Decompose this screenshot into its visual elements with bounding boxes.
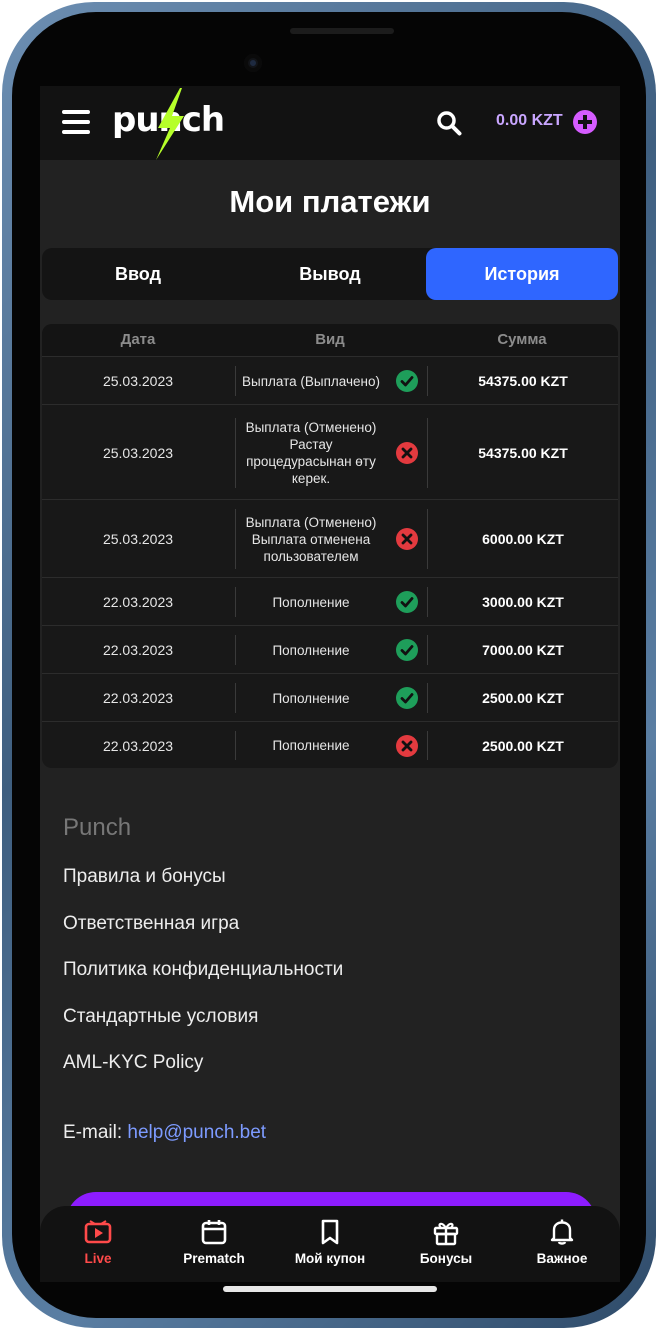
header-date: Дата [120, 331, 156, 348]
cell-amount: 54375.00 KZT [478, 444, 568, 461]
table-row: 22.03.2023 Пополнение 7000.00 KZT [42, 625, 618, 674]
nav-label-live: Live [84, 1251, 112, 1266]
table-header: Дата Вид Сумма [42, 324, 618, 356]
cell-date: 22.03.2023 [102, 690, 174, 706]
live-tv-icon [84, 1220, 112, 1244]
cell-amount: 54375.00 KZT [478, 373, 568, 389]
transaction-type: Пополнение [272, 738, 350, 753]
cell-amount: 2500.00 KZT [482, 690, 564, 706]
gift-icon [433, 1222, 459, 1246]
cell-type: Пополнение [236, 626, 428, 674]
footer-link-responsible[interactable]: Ответственная игра [63, 913, 239, 935]
search-icon[interactable] [436, 110, 462, 136]
cell-amount: 3000.00 KZT [482, 594, 564, 610]
footer-link-rules[interactable]: Правила и бонусы [63, 866, 226, 888]
footer-link-aml[interactable]: AML-KYC Policy [63, 1052, 203, 1074]
coupon-icon [321, 1219, 339, 1245]
success-check-icon [396, 370, 418, 392]
table-row: 25.03.2023 Выплата (Выплачено) 54375.00 KZ… [42, 356, 618, 405]
failed-cross-icon [396, 441, 418, 464]
tab-deposit[interactable]: Ввод [42, 248, 234, 300]
nav-live[interactable]: Live [40, 1206, 156, 1282]
cell-amount: 7000.00 KZT [482, 642, 564, 658]
add-funds-icon[interactable] [573, 110, 597, 134]
nav-bonuses[interactable]: Бонусы [388, 1206, 504, 1282]
bottom-nav: Live Prematch Мой купон Бонусы Важное [40, 1206, 620, 1282]
cell-amount: 2500.00 KZT [482, 737, 564, 754]
email-row: E-mail: help@punch.bet [63, 1122, 266, 1144]
cell-type: Пополнение [236, 722, 428, 768]
cell-date: 25.03.2023 [102, 373, 174, 389]
bell-icon [550, 1219, 574, 1245]
table-row: 22.03.2023 Пополнение 2500.00 KZT [42, 721, 618, 768]
table-row: 22.03.2023 Пополнение 3000.00 KZT [42, 577, 618, 626]
nav-important[interactable]: Важное [504, 1206, 620, 1282]
calendar-icon [201, 1220, 227, 1245]
cell-date: 25.03.2023 [102, 444, 174, 461]
footer-brand: Punch [63, 814, 132, 841]
transaction-type: Пополнение [272, 690, 350, 706]
failed-cross-icon [396, 734, 418, 757]
email-label: E-mail: [63, 1122, 123, 1143]
nav-label-coupon: Мой купон [294, 1251, 366, 1266]
page-title: Мои платежи [229, 184, 431, 219]
lightning-bolt-icon [156, 88, 184, 160]
failed-cross-icon [396, 528, 418, 550]
transaction-type: Пополнение [272, 594, 350, 610]
cell-date: 22.03.2023 [102, 737, 174, 754]
nav-coupon[interactable]: Мой купон [272, 1206, 388, 1282]
success-check-icon [396, 687, 418, 709]
home-indicator[interactable] [223, 1286, 437, 1292]
cell-amount: 6000.00 KZT [482, 531, 564, 547]
front-camera [244, 54, 262, 72]
nav-label-important: Важное [536, 1251, 588, 1266]
transaction-type: Пополнение [272, 642, 350, 658]
cell-date: 25.03.2023 [102, 531, 174, 547]
cell-date: 22.03.2023 [102, 594, 174, 610]
footer-link-privacy[interactable]: Политика конфиденциальности [63, 959, 343, 981]
tab-history[interactable]: История [426, 248, 618, 300]
menu-icon[interactable] [62, 110, 90, 134]
cell-type: Выплата (Отменено) Выплата отменена поль… [236, 500, 428, 578]
nav-label-bonuses: Бонусы [419, 1251, 473, 1266]
transaction-type: Выплата (Отменено) Выплата отменена поль… [245, 514, 377, 564]
transaction-type: Выплата (Отменено) Растау процедурасынан… [245, 419, 377, 486]
email-link[interactable]: help@punch.bet [127, 1122, 266, 1143]
cell-type: Выплата (Выплачено) [236, 357, 428, 405]
cell-type: Выплата (Отменено) Растау процедурасынан… [236, 405, 428, 500]
transaction-type: Выплата (Выплачено) [242, 373, 380, 389]
punch-logo[interactable]: punch [110, 86, 250, 160]
table-row: 25.03.2023 Выплата (Отменено) Выплата отм… [42, 499, 618, 578]
header-amount: Сумма [497, 331, 547, 348]
cell-type: Пополнение [236, 674, 428, 722]
table-row: 22.03.2023 Пополнение 2500.00 KZT [42, 673, 618, 722]
app-screen: punch 0.00 KZT Мои платежи Ввод Вывод Ис… [40, 86, 620, 1282]
tab-withdraw[interactable]: Вывод [234, 248, 426, 300]
footer-link-terms[interactable]: Стандартные условия [63, 1006, 258, 1028]
payment-tabs: Ввод Вывод История [42, 248, 618, 300]
nav-prematch[interactable]: Prematch [156, 1206, 272, 1282]
success-check-icon [396, 639, 418, 661]
app-header: punch 0.00 KZT [40, 86, 620, 160]
header-type: Вид [315, 331, 345, 348]
table-row: 25.03.2023 Выплата (Отменено) Растау проц… [42, 404, 618, 500]
payments-table: Дата Вид Сумма 25.03.2023 Выплата (Выплач… [42, 324, 618, 768]
balance-display[interactable]: 0.00 KZT [496, 112, 563, 130]
cell-type: Пополнение [236, 578, 428, 626]
nav-label-prematch: Prematch [183, 1251, 245, 1266]
cell-date: 22.03.2023 [102, 642, 174, 658]
speaker-grille [290, 28, 394, 34]
success-check-icon [396, 591, 418, 613]
